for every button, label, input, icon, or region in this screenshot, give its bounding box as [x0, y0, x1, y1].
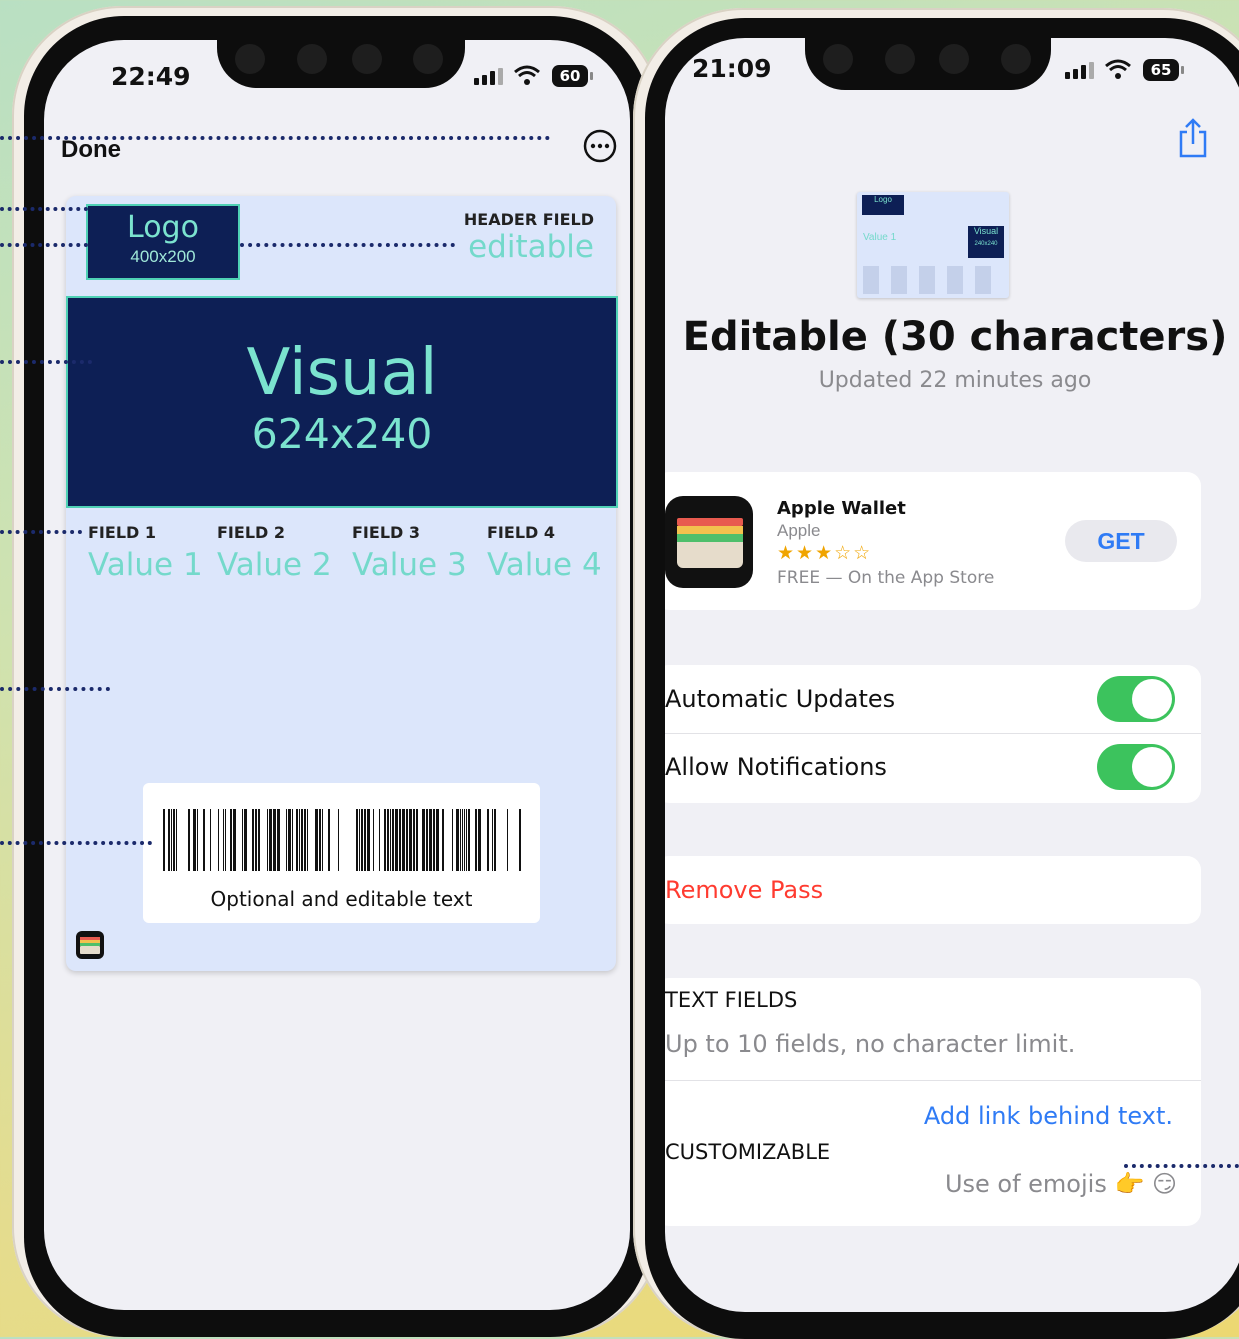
field-label: FIELD 4 [487, 523, 555, 542]
logo-size: 400x200 [130, 247, 196, 266]
wifi-icon [1105, 59, 1131, 79]
pass-visual: Visual 624x240 [66, 296, 618, 508]
camera-dot [823, 44, 853, 74]
allow-notifications-toggle[interactable] [1097, 744, 1175, 790]
updated-text: Updated 22 minutes ago [818, 368, 1092, 393]
visual-size: 624x240 [251, 410, 433, 458]
allow-notifications-label: Allow Notifications [665, 753, 887, 781]
remove-pass-card[interactable]: Remove Pass [665, 856, 1201, 924]
back-fields-card: TEXT FIELDS Up to 10 fields, no characte… [665, 978, 1201, 1226]
status-time: 22:49 [111, 62, 191, 91]
battery-indicator: 60 [552, 65, 593, 87]
annotation-line-fields [0, 530, 82, 534]
customizable-label: CUSTOMIZABLE [665, 1140, 831, 1164]
thumb-visual-size: 240x240 [974, 241, 998, 247]
field-label: FIELD 2 [217, 523, 285, 542]
field-label: FIELD 3 [352, 523, 420, 542]
wallet-pass-card[interactable]: Logo 400x200 HEADER FIELD editable Visua… [66, 196, 618, 971]
right-phone-frame: 21:09 65 Logo Value 1 Visual 240x240 Edi… [633, 8, 1239, 1339]
visual-title: Visual [246, 336, 438, 410]
sensor-dot [352, 44, 382, 74]
settings-card: Automatic Updates Allow Notifications [665, 665, 1201, 803]
thumb-logo: Logo [862, 195, 904, 215]
text-fields-desc: Up to 10 fields, no character limit. [665, 1030, 1076, 1058]
annotation-line-header [240, 243, 455, 247]
thumb-value: Value 1 [863, 232, 897, 243]
wifi-icon [514, 65, 540, 85]
battery-indicator: 65 [1143, 59, 1184, 81]
link-text[interactable]: Add link behind text. [924, 1102, 1173, 1130]
ellipsis-circle-icon[interactable] [583, 129, 617, 163]
wallet-app-large-icon[interactable] [665, 496, 753, 588]
app-name: Apple Wallet [777, 498, 906, 519]
sensor-dot [413, 44, 443, 74]
field-value: Value 3 [352, 547, 467, 583]
thumb-visual-title: Visual [973, 226, 999, 236]
done-button[interactable]: Done [61, 136, 121, 164]
app-rating-stars: ★★★☆☆ [777, 542, 873, 564]
right-phone-screen: 21:09 65 Logo Value 1 Visual 240x240 Edi… [665, 38, 1239, 1312]
sensor-dot [1001, 44, 1031, 74]
header-field-label: HEADER FIELD [463, 210, 594, 229]
barcode [163, 809, 522, 871]
remove-pass-button[interactable]: Remove Pass [665, 876, 823, 904]
wallet-app-icon [76, 931, 104, 959]
emoji-text: Use of emojis 👉 😏 [944, 1170, 1177, 1198]
annotation-line-logo [0, 207, 88, 211]
pass-thumbnail: Logo Value 1 Visual 240x240 [857, 192, 1009, 298]
right-phone-bezel: 21:09 65 Logo Value 1 Visual 240x240 Edi… [645, 18, 1239, 1339]
annotation-line-visual [0, 360, 92, 364]
status-time: 21:09 [692, 54, 772, 83]
sensor-dot [885, 44, 915, 74]
pass-logo: Logo 400x200 [86, 204, 240, 280]
sensor-dot [297, 44, 327, 74]
app-price-line: FREE — On the App Store [777, 568, 995, 588]
annotation-line-done [0, 136, 550, 140]
sensor-dot [939, 44, 969, 74]
notch [805, 38, 1051, 90]
share-icon[interactable] [1177, 118, 1209, 158]
annotation-line-body [0, 687, 110, 691]
logo-title: Logo [127, 210, 199, 245]
signal-icon [1065, 62, 1094, 79]
camera-dot [235, 44, 265, 74]
barcode-text: Optional and editable text [210, 887, 473, 911]
automatic-updates-label: Automatic Updates [665, 685, 896, 713]
row-divider [665, 733, 1201, 734]
get-button[interactable]: GET [1065, 520, 1177, 562]
annotation-line-barcode [0, 841, 152, 845]
signal-icon [474, 68, 503, 85]
thumb-fields [863, 266, 1003, 294]
app-developer: Apple [777, 521, 821, 540]
automatic-updates-toggle[interactable] [1097, 676, 1175, 722]
notch [217, 40, 465, 88]
annotation-line-header [0, 243, 88, 247]
field-value: Value 1 [88, 547, 203, 583]
header-field-value: editable [468, 229, 594, 265]
thumb-visual: Visual 240x240 [968, 226, 1004, 258]
barcode-card: Optional and editable text [143, 783, 540, 923]
row-divider [665, 1080, 1201, 1081]
pass-title: Editable (30 characters) [682, 314, 1228, 360]
app-card: Apple Wallet Apple ★★★☆☆ FREE — On the A… [665, 472, 1201, 610]
field-value: Value 2 [217, 547, 332, 583]
text-fields-title: TEXT FIELDS [665, 988, 798, 1012]
annotation-line-emoji [1124, 1164, 1239, 1168]
field-value: Value 4 [487, 547, 602, 583]
field-label: FIELD 1 [88, 523, 156, 542]
